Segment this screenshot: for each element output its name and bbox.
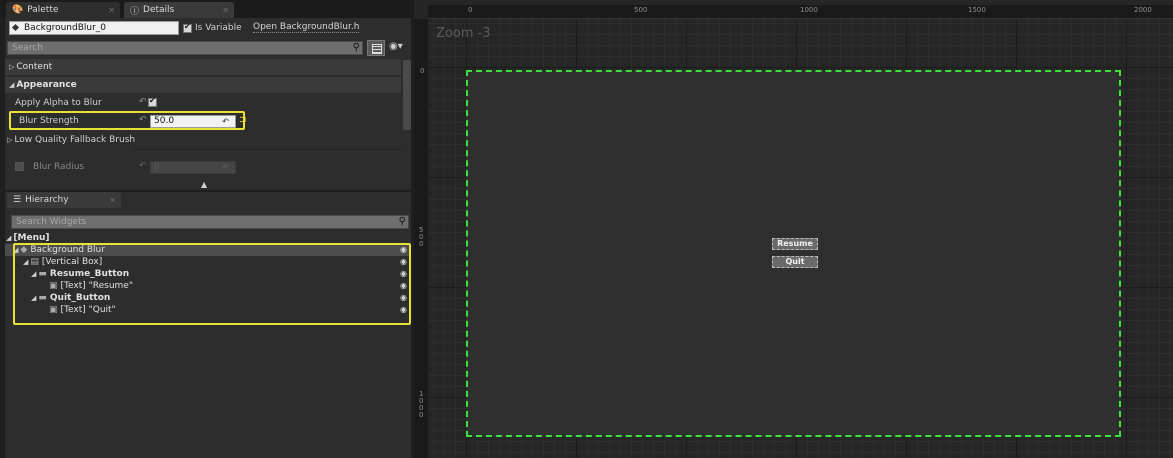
widget-name-value: BackgroundBlur_0 xyxy=(24,23,106,33)
details-search-row: Search ⚲ ◉▾ xyxy=(5,40,411,56)
tree-root-label: [Menu] xyxy=(13,233,50,243)
property-blur-radius: Blur Radius ↶ 0 ↶ xyxy=(5,158,401,176)
details-panel: BackgroundBlur_0 Is Variable Open Backgr… xyxy=(5,18,411,190)
tab-details[interactable]: ⓘ Details ✕ xyxy=(124,2,234,18)
designer-canvas[interactable]: 0 500 1000 1500 2000 0 500 1000 Zoom -3 … xyxy=(414,0,1173,458)
top-tab-bar: 🎨 Palette ✕ ⓘ Details ✕ xyxy=(0,0,414,18)
reset-arrow-icon: ↶ xyxy=(139,161,147,171)
hierarchy-search-placeholder: Search Widgets xyxy=(16,217,87,227)
blur-strength-highlight xyxy=(9,111,245,130)
reset-arrow-icon[interactable]: ↶ xyxy=(139,97,147,107)
widget-diamond-icon xyxy=(11,23,20,32)
category-content[interactable]: ▷ Content xyxy=(5,59,401,75)
tab-hierarchy-label: Hierarchy xyxy=(25,195,69,205)
collapse-arrow-icon: ◢ xyxy=(6,234,12,242)
expand-arrow-icon: ▷ xyxy=(7,136,13,144)
category-appearance[interactable]: ◢ Appearance xyxy=(5,77,401,93)
ruler-tick-label: 2000 xyxy=(1134,6,1152,14)
hierarchy-search-input[interactable]: Search Widgets ⚲ xyxy=(11,215,409,229)
hierarchy-panel: ☰ Hierarchy ✕ Search Widgets ⚲ ◢ [Menu] ◢… xyxy=(5,192,411,458)
close-icon[interactable]: ✕ xyxy=(108,6,115,15)
tab-details-label: Details xyxy=(143,5,175,15)
visibility-filter-eye-icon[interactable]: ◉▾ xyxy=(389,41,409,55)
hierarchy-selection-highlight xyxy=(13,243,411,325)
property-apply-alpha: Apply Alpha to Blur ↶ xyxy=(5,94,401,112)
widget-name-row: BackgroundBlur_0 Is Variable Open Backgr… xyxy=(5,18,411,38)
apply-alpha-label: Apply Alpha to Blur xyxy=(15,98,102,108)
is-variable-toggle[interactable]: Is Variable xyxy=(183,22,242,33)
tab-palette-label: Palette xyxy=(27,5,59,15)
quit-button-preview[interactable]: Quit xyxy=(772,256,818,268)
blur-radius-checkbox[interactable] xyxy=(15,162,24,171)
separator xyxy=(133,149,401,150)
property-low-quality-brush[interactable]: ▷ Low Quality Fallback Brush xyxy=(5,131,401,149)
is-variable-label: Is Variable xyxy=(195,23,242,33)
open-header-link[interactable]: Open BackgroundBlur.h xyxy=(253,22,360,33)
ruler-tick-label: 0 xyxy=(420,67,425,75)
details-scrollbar[interactable] xyxy=(403,60,411,130)
search-icon: ⚲ xyxy=(352,42,360,53)
blur-radius-value: 0 xyxy=(154,162,160,172)
is-variable-checkbox[interactable] xyxy=(183,22,192,33)
vertical-ruler: 0 500 1000 xyxy=(414,19,428,458)
property-matrix-icon[interactable] xyxy=(367,40,385,56)
search-icon: ⚲ xyxy=(398,216,406,227)
zoom-level: Zoom -3 xyxy=(436,26,491,41)
ruler-tick-label: 1000 xyxy=(800,6,818,14)
collapse-up-icon[interactable]: ▲ xyxy=(201,180,207,189)
hierarchy-icon: ☰ xyxy=(13,195,22,205)
details-search-placeholder: Search xyxy=(12,43,43,53)
horizontal-ruler: 0 500 1000 1500 2000 xyxy=(428,5,1173,19)
widget-preview-frame[interactable]: Resume Quit xyxy=(466,70,1121,437)
palette-icon: 🎨 xyxy=(12,5,24,15)
blur-radius-label: Blur Radius xyxy=(33,162,85,172)
ruler-tick-label: 1500 xyxy=(968,6,986,14)
low-quality-brush-label: ▷ Low Quality Fallback Brush xyxy=(7,135,136,145)
widget-name-field[interactable]: BackgroundBlur_0 xyxy=(9,21,179,35)
collapse-arrow-icon: ◢ xyxy=(9,81,15,89)
category-content-label: Content xyxy=(16,62,53,72)
ruler-tick-label: 1000 xyxy=(419,390,424,419)
category-appearance-label: Appearance xyxy=(16,80,77,90)
close-icon[interactable]: ✕ xyxy=(109,196,116,205)
tab-palette[interactable]: 🎨 Palette ✕ xyxy=(6,2,120,18)
blur-radius-input: 0 ↶ xyxy=(150,161,236,174)
apply-alpha-checkbox[interactable] xyxy=(148,96,157,107)
resume-button-preview[interactable]: Resume xyxy=(772,238,818,250)
spin-arrows-icon: ↶ xyxy=(222,163,229,172)
ruler-tick-label: 500 xyxy=(634,6,648,14)
expand-arrow-icon: ▷ xyxy=(9,63,15,71)
tab-hierarchy[interactable]: ☰ Hierarchy ✕ xyxy=(7,192,121,208)
left-panel: 🎨 Palette ✕ ⓘ Details ✕ BackgroundBlur_0… xyxy=(0,0,414,458)
close-icon[interactable]: ✕ xyxy=(222,6,229,15)
details-search-input[interactable]: Search ⚲ xyxy=(7,41,363,55)
ruler-tick-label: 0 xyxy=(468,6,473,14)
ruler-tick-label: 500 xyxy=(419,226,424,248)
info-icon: ⓘ xyxy=(130,6,140,17)
